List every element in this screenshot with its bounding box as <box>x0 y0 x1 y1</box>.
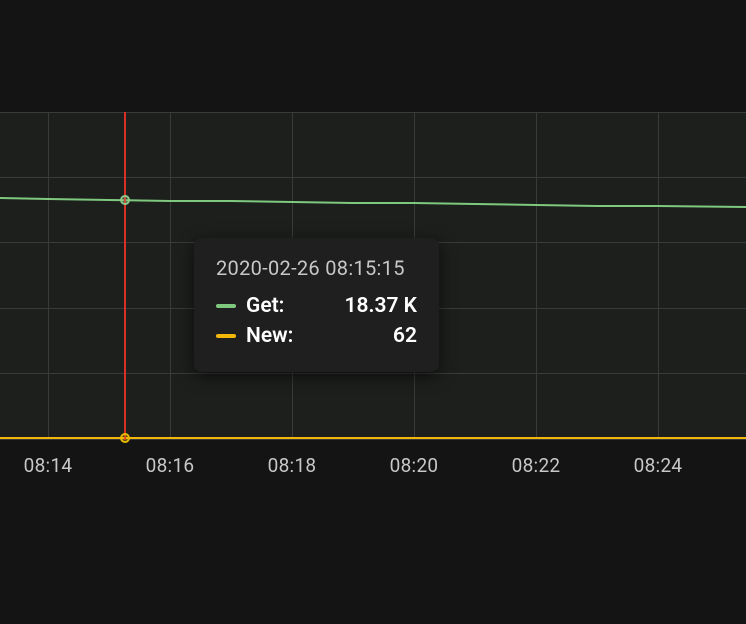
tooltip-label: New: <box>246 324 308 348</box>
marker-get <box>120 195 130 205</box>
x-tick-label: 08:24 <box>634 454 683 477</box>
x-tick-label: 08:14 <box>24 454 73 477</box>
legend-swatch-new <box>216 334 236 338</box>
gridline-horizontal <box>0 373 746 374</box>
gridline-vertical <box>170 112 171 440</box>
gridline-vertical <box>658 112 659 440</box>
x-tick-label: 08:16 <box>146 454 195 477</box>
x-tick-label: 08:22 <box>512 454 561 477</box>
x-tick-label: 08:18 <box>268 454 317 477</box>
tooltip-timestamp: 2020-02-26 08:15:15 <box>216 256 417 280</box>
gridline-horizontal <box>0 439 746 440</box>
tooltip-value: 62 <box>308 324 417 348</box>
marker-new <box>120 433 130 443</box>
gridline-vertical <box>536 112 537 440</box>
chart-tooltip: 2020-02-26 08:15:15 Get: 18.37 K New: 62 <box>194 238 439 372</box>
x-tick-label: 08:20 <box>390 454 439 477</box>
legend-swatch-get <box>216 304 236 308</box>
gridline-horizontal <box>0 177 746 178</box>
tooltip-row-get: Get: 18.37 K <box>216 294 417 318</box>
gridline-horizontal <box>0 112 746 113</box>
crosshair-line <box>124 112 126 440</box>
chart-panel[interactable]: 08:14 08:16 08:18 08:20 08:22 08:24 2020… <box>0 0 746 624</box>
gridline-vertical <box>48 112 49 440</box>
tooltip-value: 18.37 K <box>308 294 417 318</box>
tooltip-row-new: New: 62 <box>216 324 417 348</box>
tooltip-label: Get: <box>246 294 308 318</box>
